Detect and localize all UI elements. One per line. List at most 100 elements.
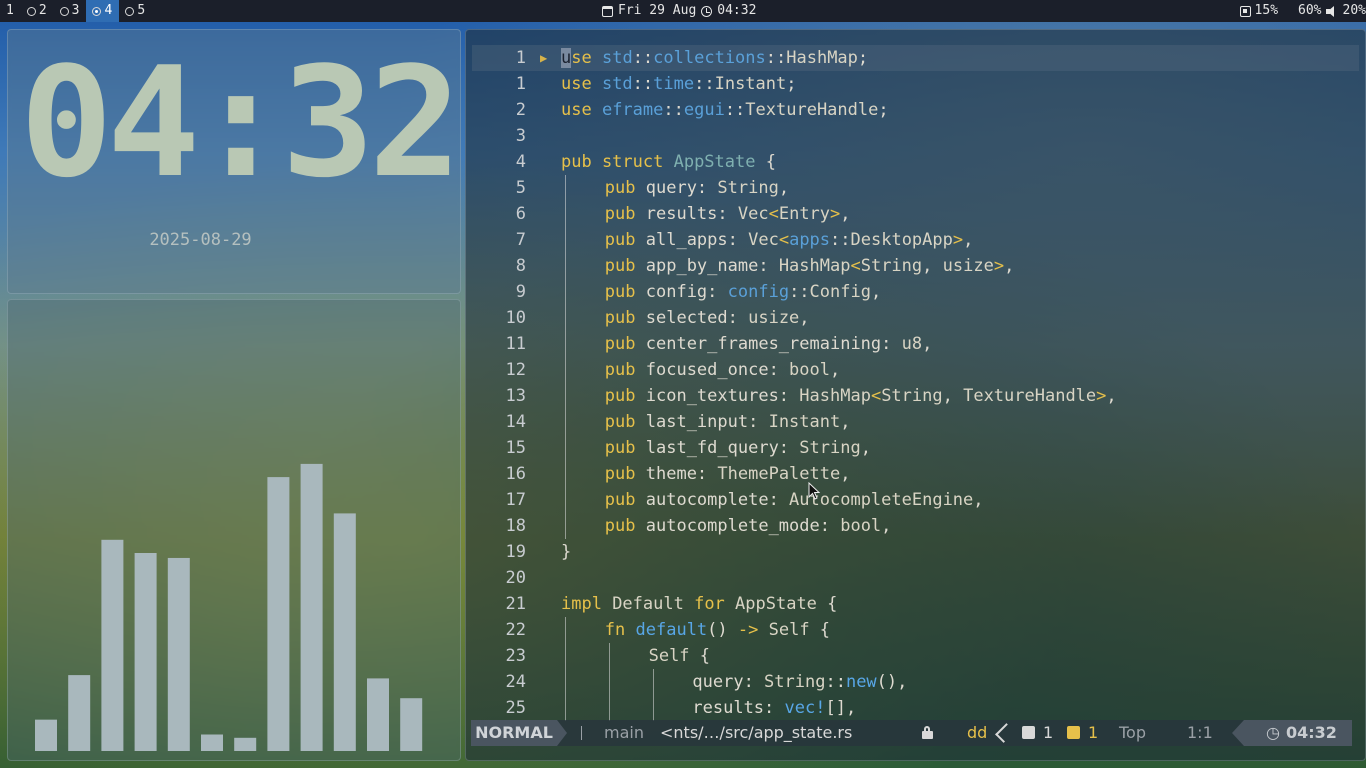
indent-guide xyxy=(608,695,610,721)
indent-guide xyxy=(565,617,566,643)
code-token: String xyxy=(799,438,861,458)
code-token: usize xyxy=(748,308,800,328)
code-token: < xyxy=(870,386,882,406)
volume-level[interactable]: 20% xyxy=(1343,0,1366,22)
code-token: new xyxy=(845,672,877,692)
line-text: pub last_input: Instant, xyxy=(605,409,851,435)
code-token: use xyxy=(561,74,602,94)
code-token: theme: xyxy=(645,464,718,484)
line-number: 13 xyxy=(505,386,526,406)
code-token: egui xyxy=(683,100,725,120)
code-line[interactable]: 19} xyxy=(472,539,1359,565)
code-token: pub xyxy=(604,334,646,354)
line-text: results: vec![], xyxy=(692,695,856,721)
indent-guide xyxy=(565,513,566,539)
code-line[interactable]: 20 xyxy=(472,565,1359,591)
code-line[interactable]: 5 pub query: String, xyxy=(472,175,1359,201)
code-token: u8 xyxy=(901,334,923,354)
code-token: pub struct xyxy=(561,152,674,172)
circle-icon xyxy=(125,6,135,16)
line-number: 1 xyxy=(515,48,526,68)
workspace-5[interactable]: 5 xyxy=(119,0,152,22)
memory-usage[interactable]: 60% xyxy=(1298,0,1321,22)
line-number: 3 xyxy=(515,126,526,146)
code-token: < xyxy=(850,256,861,276)
code-token: , xyxy=(860,438,871,458)
indent-guide xyxy=(565,227,566,253)
line-text: pub all_apps: Vec<apps::DesktopApp>, xyxy=(605,227,974,253)
code-token: for xyxy=(694,594,736,614)
code-token: impl xyxy=(561,594,613,614)
code-token: { xyxy=(689,646,711,666)
code-line[interactable]: 11 pub center_frames_remaining: u8, xyxy=(472,331,1359,357)
code-line[interactable]: 17 pub autocomplete: AutocompleteEngine, xyxy=(472,487,1359,513)
code-line[interactable]: 6 pub results: Vec<Entry>, xyxy=(472,201,1359,227)
code-editor[interactable]: 1 ▶ use std::collections::HashMap; 1 use std… xyxy=(465,29,1366,761)
indent-guide xyxy=(608,669,610,695)
code-token: pub xyxy=(604,386,646,406)
fold-arrow-icon[interactable]: ▶ xyxy=(540,45,547,71)
date-text: Fri 29 Aug xyxy=(618,3,697,18)
workspace-3[interactable]: 3 xyxy=(54,0,87,22)
statusline: NORMAL main <nts/…/src/app_state.rs dd 1… xyxy=(471,720,1352,746)
code-line[interactable]: 7 pub all_apps: Vec<apps::DesktopApp>, xyxy=(472,227,1359,253)
line-number: 25 xyxy=(505,698,526,718)
line-number: 22 xyxy=(505,620,526,640)
code-token: vec! xyxy=(784,698,826,718)
code-line[interactable]: 16 pub theme: ThemePalette, xyxy=(472,461,1359,487)
workspace-2[interactable]: 2 xyxy=(21,0,54,22)
code-line[interactable]: 23 Self { xyxy=(472,643,1359,669)
line-number: 15 xyxy=(505,438,526,458)
code-token: AppState xyxy=(735,594,817,614)
code-token: bool xyxy=(789,360,830,380)
code-line[interactable]: 12 pub focused_once: bool, xyxy=(472,357,1359,383)
code-token: :: xyxy=(724,100,746,120)
date-time[interactable]: Fri 29 Aug 04:32 xyxy=(602,0,756,22)
line-number: 11 xyxy=(505,334,526,354)
cpu-icon xyxy=(1239,5,1251,17)
code-token: pub xyxy=(604,464,646,484)
code-line[interactable]: 10 pub selected: usize, xyxy=(472,305,1359,331)
code-line[interactable]: 3 xyxy=(472,123,1359,149)
code-line[interactable]: 15 pub last_fd_query: String, xyxy=(472,435,1359,461)
code-token: , xyxy=(922,256,943,276)
indent-guide xyxy=(565,305,566,331)
code-token: :: xyxy=(830,230,851,250)
workspace-4[interactable]: 4 xyxy=(86,0,120,22)
code-line[interactable]: 24 query: String::new(), xyxy=(472,669,1359,695)
code-line[interactable]: 4 pub struct AppState { xyxy=(472,149,1359,175)
code-line[interactable]: 25 results: vec![], xyxy=(472,695,1359,721)
code-token: selected: xyxy=(645,308,749,328)
visualizer-bar xyxy=(367,678,389,751)
code-token: results: xyxy=(645,204,738,224)
code-lines[interactable]: 1 ▶ use std::collections::HashMap; 1 use std… xyxy=(472,45,1359,721)
code-token: query: xyxy=(645,178,718,198)
line-number: 24 xyxy=(505,672,526,692)
workspace-1[interactable]: 1 xyxy=(0,0,21,22)
volume-icon[interactable] xyxy=(1325,5,1339,17)
line-number: 19 xyxy=(505,542,526,562)
code-line[interactable]: 21 impl Default for AppState { xyxy=(472,591,1359,617)
code-token: :: xyxy=(632,74,654,94)
code-token: > xyxy=(952,230,964,250)
code-token: Instant xyxy=(768,412,841,432)
code-line[interactable]: 13 pub icon_textures: HashMap<String, Tex… xyxy=(472,383,1359,409)
code-token: ; xyxy=(857,48,869,68)
code-line[interactable]: 22 fn default() -> Self { xyxy=(472,617,1359,643)
code-line[interactable]: 1 ▶ use std::collections::HashMap; xyxy=(472,45,1359,71)
code-token: , xyxy=(942,386,964,406)
code-token: < xyxy=(778,230,790,250)
code-line[interactable]: 8 pub app_by_name: HashMap<String, usize>… xyxy=(472,253,1359,279)
code-line[interactable]: 1 use std::time::Instant; xyxy=(472,71,1359,97)
code-line[interactable]: 2 use eframe::egui::TextureHandle; xyxy=(472,97,1359,123)
workspace-label: 2 xyxy=(38,3,47,18)
code-line[interactable]: 9 pub config: config::Config, xyxy=(472,279,1359,305)
code-token: pub xyxy=(604,308,646,328)
code-line[interactable]: 18 pub autocomplete_mode: bool, xyxy=(472,513,1359,539)
code-token: all_apps: xyxy=(645,230,749,250)
code-line[interactable]: 14 pub last_input: Instant, xyxy=(472,409,1359,435)
workspace-label: 4 xyxy=(104,3,113,18)
cpu-usage[interactable]: 15% xyxy=(1255,0,1278,22)
code-token: Vec xyxy=(737,204,769,224)
line-number: 5 xyxy=(515,178,526,198)
